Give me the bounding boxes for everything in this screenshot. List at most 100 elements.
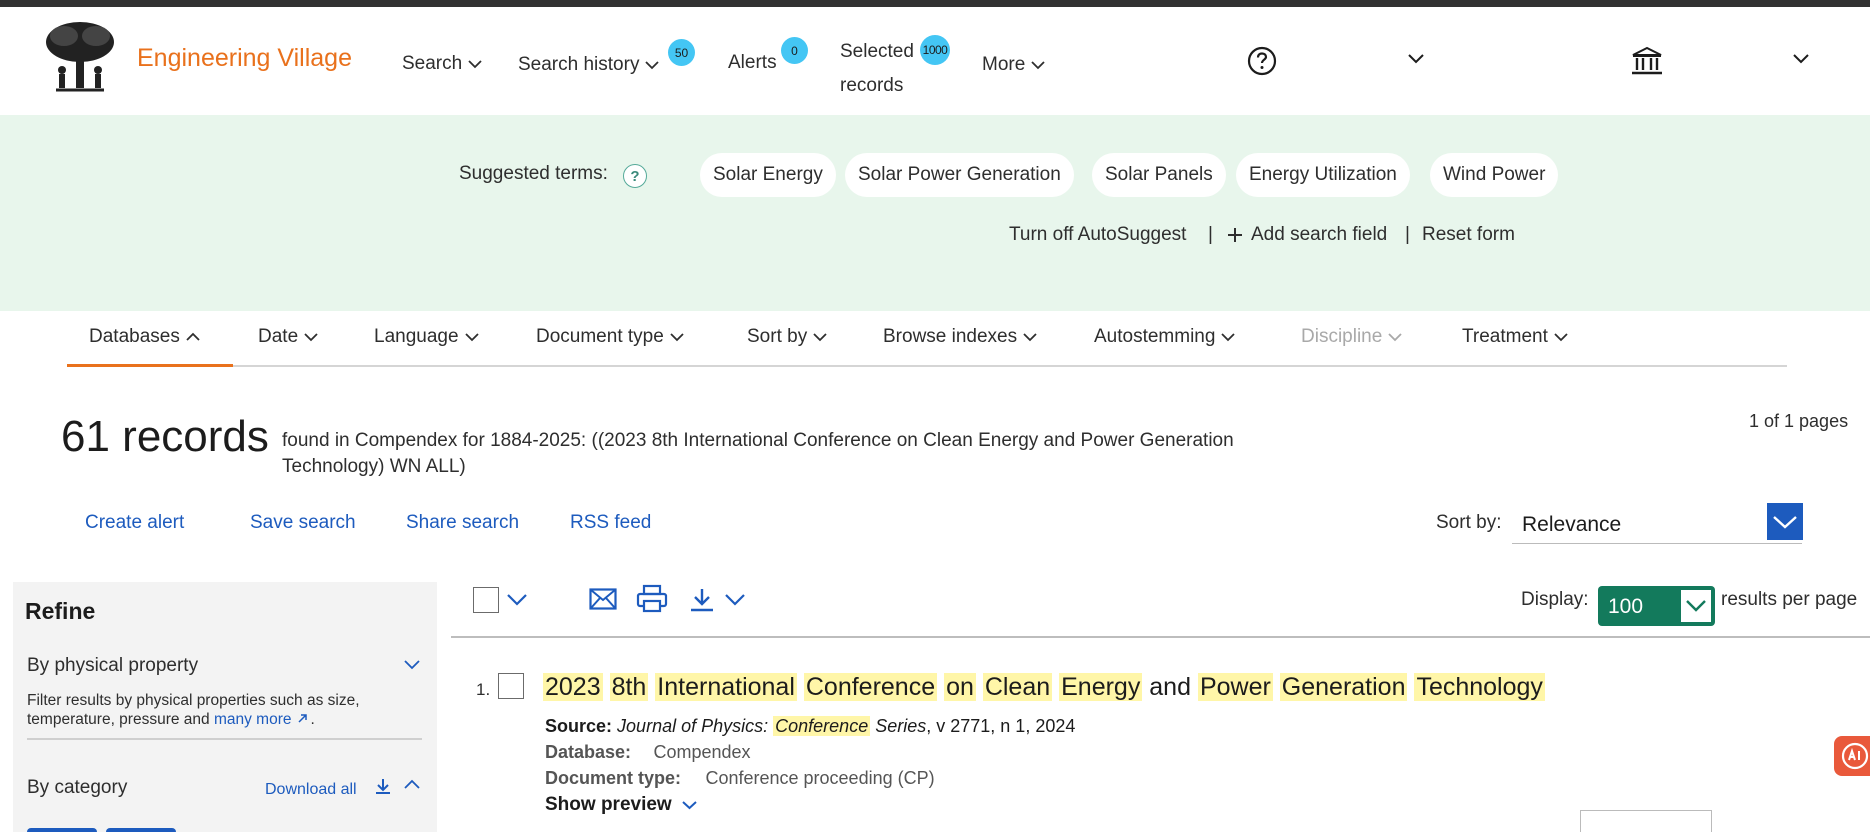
suggested-chip-solar-panels[interactable]: Solar Panels	[1092, 153, 1226, 197]
email-icon[interactable]	[589, 587, 617, 611]
suggested-chip-solar-energy[interactable]: Solar Energy	[700, 153, 836, 197]
tab-browse-indexes[interactable]: Browse indexes	[883, 326, 1037, 348]
tab-language-label: Language	[374, 326, 459, 347]
physical-desc-line2-text: temperature, pressure and	[27, 711, 210, 728]
tab-sort-by-label: Sort by	[747, 326, 808, 347]
tab-autostemming[interactable]: Autostemming	[1094, 326, 1236, 348]
help-menu-chevron-down-icon[interactable]	[1408, 53, 1424, 64]
nav-search-history[interactable]: Search history	[518, 54, 660, 76]
chevron-down-icon	[464, 333, 479, 342]
by-physical-property-heading[interactable]: By physical property	[27, 655, 198, 677]
search-query-line1: found in Compendex for 1884-2025: ((2023…	[282, 430, 1234, 451]
chevron-down-icon	[682, 801, 697, 810]
chevron-down-icon[interactable]	[404, 659, 420, 670]
database-value: Compendex	[653, 742, 751, 762]
share-search-link[interactable]: Share search	[406, 512, 519, 534]
record-title-word: Technology	[1414, 673, 1545, 701]
help-circle-icon[interactable]	[1247, 46, 1277, 76]
refine-divider	[27, 738, 422, 740]
sort-by-dropdown-button[interactable]	[1767, 503, 1803, 540]
institution-icon[interactable]	[1631, 46, 1663, 76]
chevron-down-icon	[1031, 61, 1045, 70]
search-query-description: found in Compendex for 1884-2025: ((2023…	[282, 428, 1234, 480]
tabs-divider	[67, 365, 1787, 367]
save-search-link[interactable]: Save search	[250, 512, 356, 534]
download-icon[interactable]	[374, 778, 392, 795]
nav-search[interactable]: Search	[402, 53, 482, 75]
record-title-word: on	[944, 673, 976, 701]
active-tab-underline	[67, 364, 233, 367]
record-action-box-partial[interactable]	[1580, 810, 1712, 832]
by-category-heading[interactable]: By category	[27, 777, 127, 799]
download-icon[interactable]	[689, 587, 715, 613]
database-label: Database:	[545, 742, 632, 762]
show-preview-toggle[interactable]: Show preview	[545, 794, 697, 816]
category-button-partial[interactable]	[27, 828, 97, 832]
physical-desc-line1: Filter results by physical properties su…	[27, 692, 360, 709]
chevron-down-icon	[1554, 333, 1568, 342]
nav-alerts[interactable]: Alerts	[728, 52, 777, 74]
document-type-label: Document type:	[545, 768, 682, 788]
selected-records-count-badge: 1000	[920, 35, 950, 65]
turn-off-autosuggest-link[interactable]: Turn off AutoSuggest	[1009, 224, 1186, 246]
many-more-link[interactable]: many more	[214, 711, 292, 728]
tab-language[interactable]: Language	[374, 326, 479, 348]
download-all-link[interactable]: Download all	[265, 781, 357, 799]
print-icon[interactable]	[636, 584, 668, 613]
tab-date[interactable]: Date	[258, 326, 318, 348]
add-search-field-link[interactable]: Add search field	[1251, 224, 1387, 246]
record-select-checkbox[interactable]	[498, 673, 524, 699]
tab-discipline-label: Discipline	[1301, 326, 1383, 347]
nav-search-label: Search	[402, 53, 463, 74]
record-title-word: Clean	[982, 673, 1053, 701]
tab-autostemming-label: Autostemming	[1094, 326, 1216, 347]
plus-icon[interactable]	[1227, 227, 1243, 243]
source-journal-highlight: Conference	[773, 716, 871, 736]
brand-name[interactable]: Engineering Village	[137, 44, 352, 73]
results-per-page-label: results per page	[1721, 589, 1858, 610]
suggested-terms-label: Suggested terms:	[459, 163, 608, 184]
suggested-chip-solar-power-generation[interactable]: Solar Power Generation	[845, 153, 1074, 197]
chevron-down-icon	[304, 333, 318, 342]
create-alert-link[interactable]: Create alert	[85, 512, 184, 534]
reset-form-link[interactable]: Reset form	[1422, 224, 1515, 246]
ai-assistant-button[interactable]	[1834, 736, 1870, 776]
download-options-chevron-down-icon[interactable]	[724, 593, 746, 607]
source-journal-part2: Series	[875, 716, 927, 736]
nav-selected-records[interactable]: Selected records	[840, 35, 914, 103]
chevron-up-icon[interactable]	[404, 779, 420, 790]
show-preview-label: Show preview	[545, 794, 672, 815]
category-button-partial[interactable]	[106, 828, 176, 832]
tab-browse-indexes-label: Browse indexes	[883, 326, 1018, 347]
tab-document-type[interactable]: Document type	[536, 326, 684, 348]
records-count: 61 records	[61, 412, 269, 461]
institution-menu-chevron-down-icon[interactable]	[1793, 53, 1809, 64]
record-title-word: Conference	[803, 673, 938, 701]
record-title-link[interactable]: 2023 8th International Conference on Cle…	[543, 673, 1545, 702]
tab-sort-by[interactable]: Sort by	[747, 326, 827, 348]
tab-databases[interactable]: Databases	[89, 326, 200, 348]
suggested-chip-wind-power[interactable]: Wind Power	[1430, 153, 1559, 197]
external-link-icon[interactable]	[296, 712, 309, 725]
source-label: Source:	[545, 716, 613, 736]
rss-feed-link[interactable]: RSS feed	[570, 512, 651, 534]
page-count: 1 of 1 pages	[1749, 411, 1849, 431]
record-title-word: Generation	[1279, 673, 1408, 701]
suggested-chip-energy-utilization[interactable]: Energy Utilization	[1236, 153, 1410, 197]
record-title-word: International	[655, 673, 797, 701]
top-strip	[0, 0, 1870, 7]
select-options-chevron-down-icon[interactable]	[506, 593, 528, 607]
suggested-terms-help-icon[interactable]: ?	[623, 164, 647, 188]
chevron-down-icon	[1686, 600, 1706, 612]
elsevier-tree-logo[interactable]	[42, 20, 118, 94]
nav-more[interactable]: More	[982, 54, 1045, 76]
chevron-down-icon	[670, 333, 684, 342]
display-count-dropdown-button[interactable]	[1679, 588, 1713, 624]
chevron-down-icon	[1388, 333, 1402, 342]
source-journal-part1: Journal of Physics:	[617, 716, 769, 736]
record-source: Source: Journal of Physics: Conference S…	[545, 716, 1075, 737]
tab-document-type-label: Document type	[536, 326, 664, 347]
tab-treatment[interactable]: Treatment	[1462, 326, 1568, 348]
select-all-checkbox[interactable]	[473, 587, 499, 613]
chevron-down-icon	[645, 61, 660, 70]
